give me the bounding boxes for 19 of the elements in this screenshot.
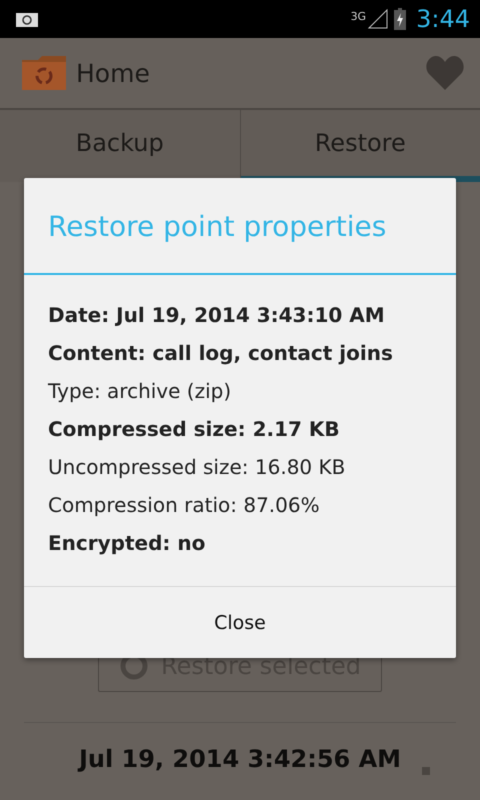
dialog-title: Restore point properties (24, 178, 456, 275)
battery-charging-icon (394, 8, 406, 30)
checkbox[interactable] (422, 767, 430, 775)
clock: 3:44 (416, 5, 470, 33)
network-type: 3G (350, 10, 366, 23)
heart-icon[interactable] (426, 56, 464, 90)
app-title: Home (76, 58, 151, 88)
property-line: Date: Jul 19, 2014 3:43:10 AM (48, 302, 386, 329)
property-line: Uncompressed size: 16.80 KB (48, 454, 346, 481)
property-line: Type: archive (zip) (48, 378, 232, 405)
signal-icon (368, 9, 388, 29)
restore-point-date[interactable]: Jul 19, 2014 3:42:56 AM (78, 745, 402, 773)
property-line: Encrypted: no (48, 530, 206, 557)
close-button[interactable]: Close (24, 586, 456, 658)
property-line: Compressed size: 2.17 KB (48, 416, 341, 443)
folder-icon (22, 56, 66, 90)
property-line: Compression ratio: 87.06% (48, 492, 321, 519)
notification-icon (16, 11, 38, 27)
property-line: Content: call log, contact joins (48, 340, 394, 367)
